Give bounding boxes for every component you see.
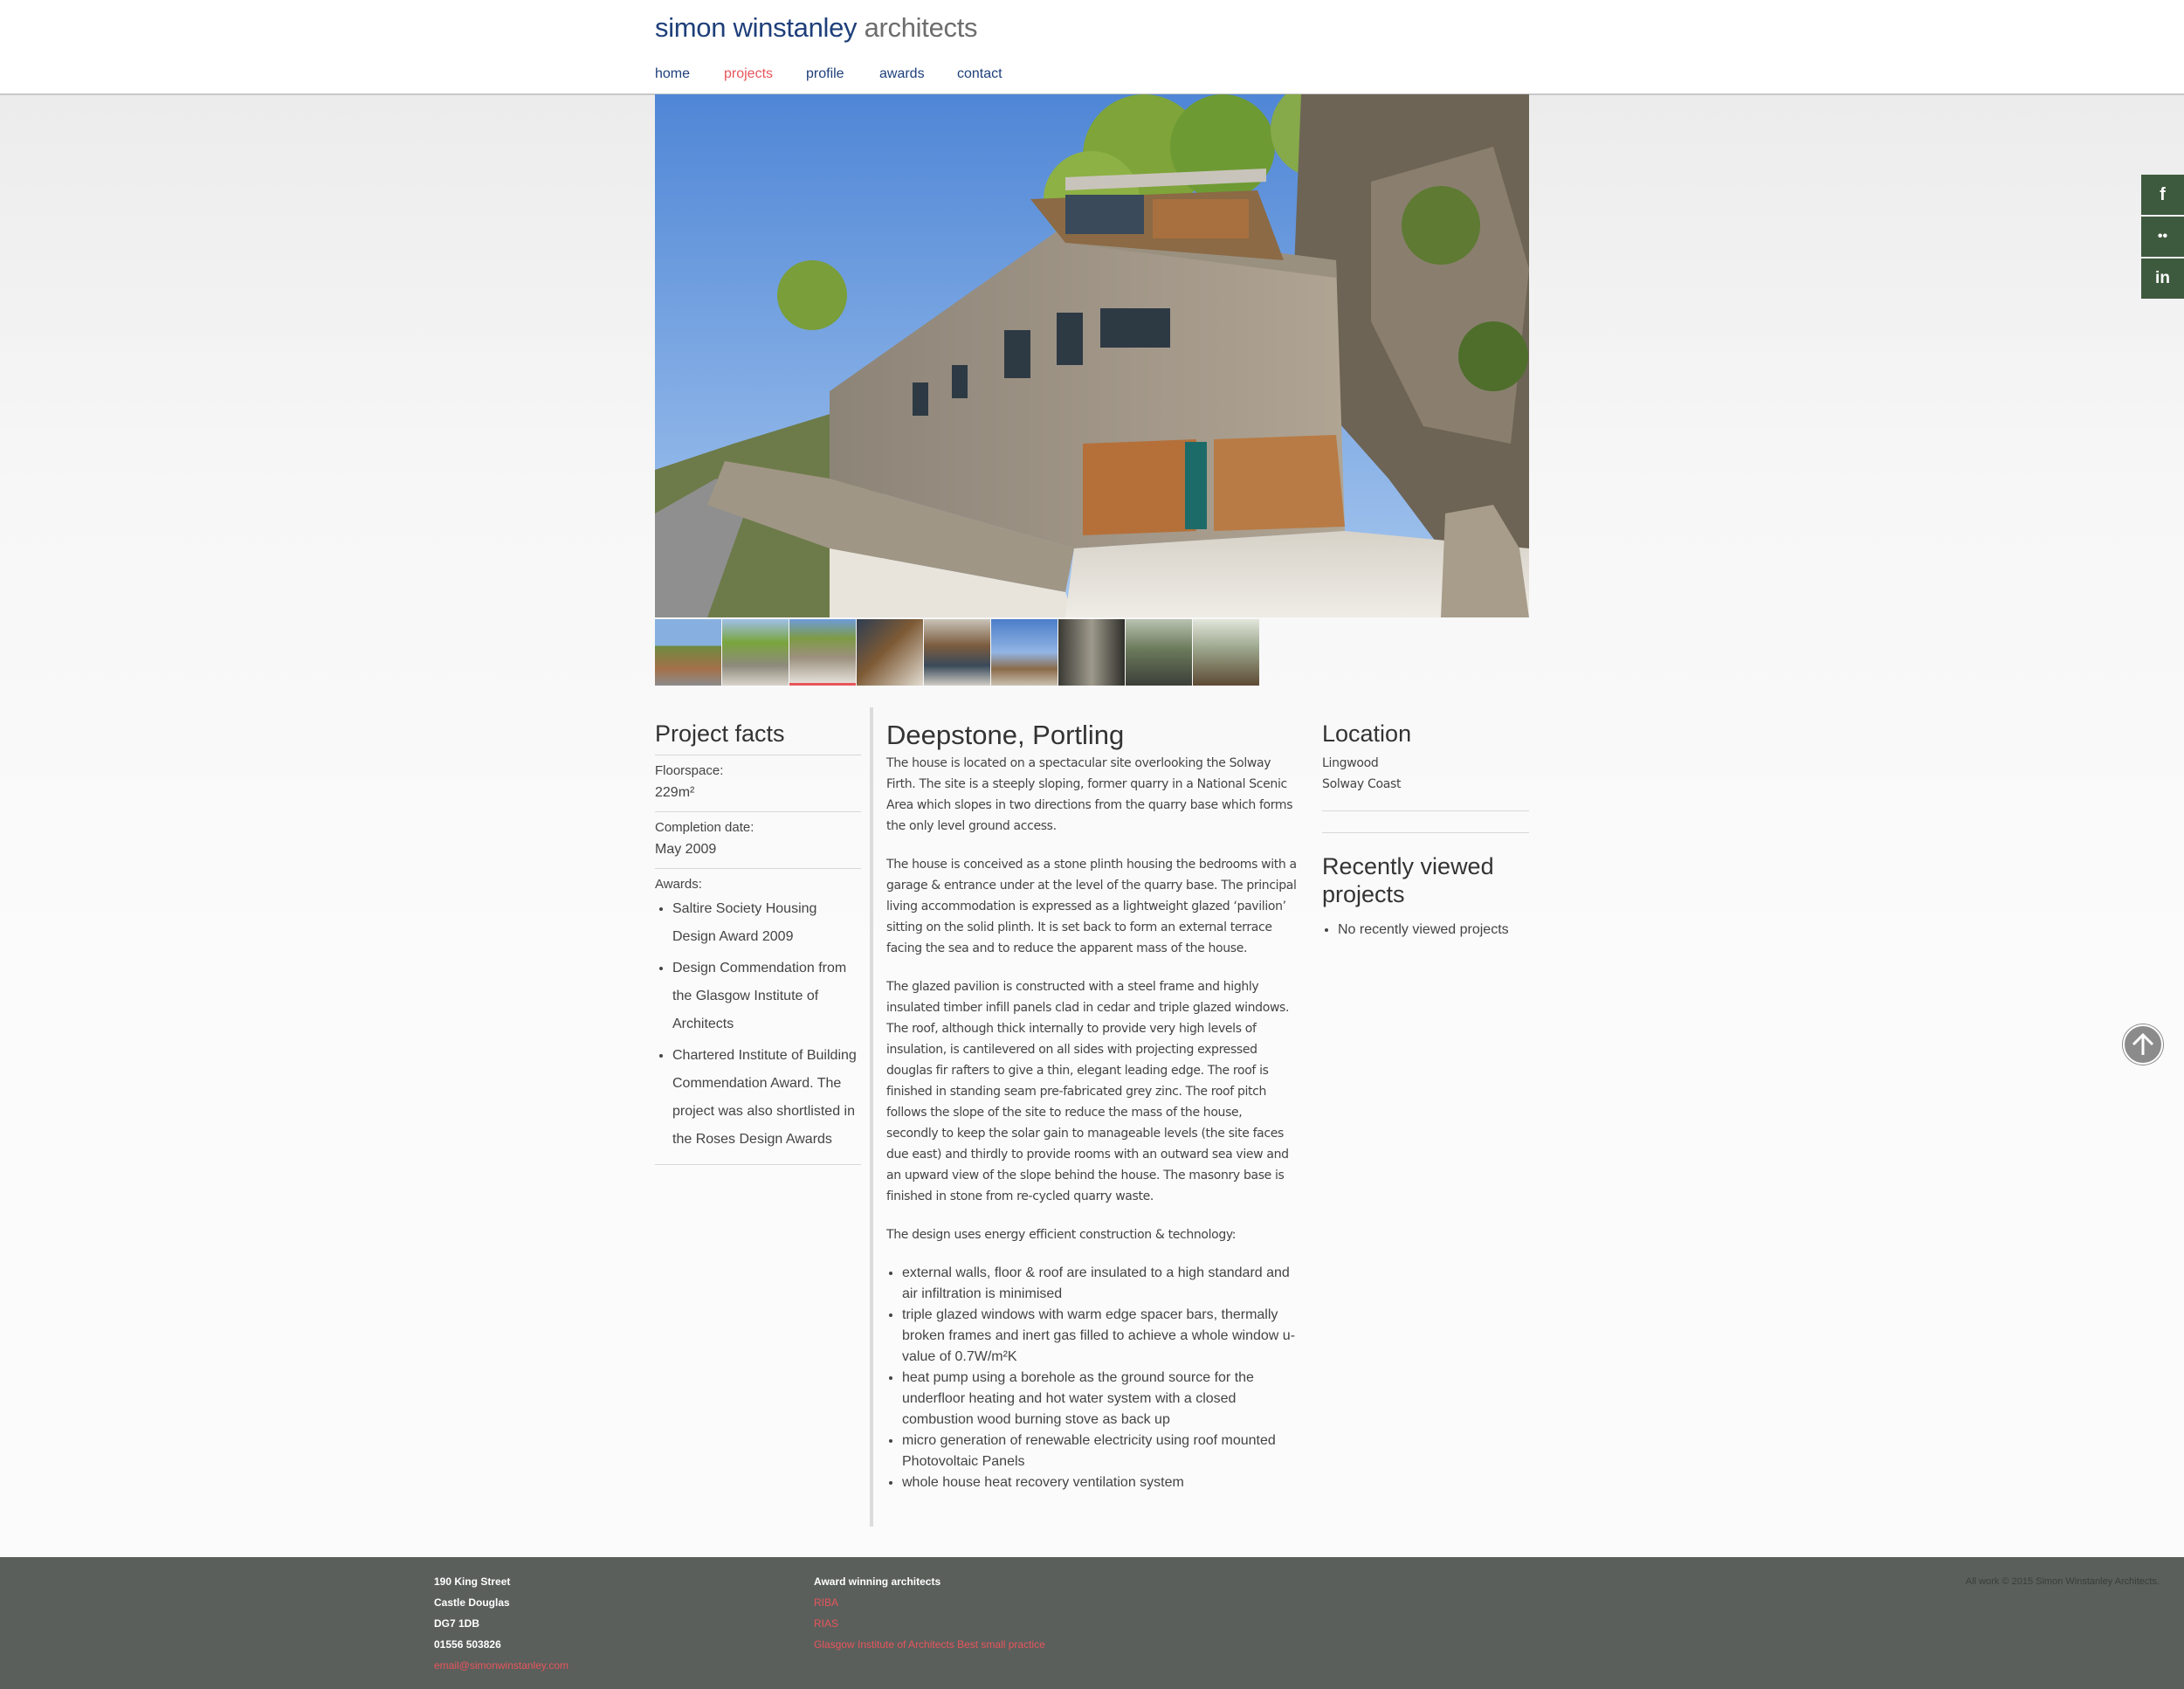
recently-viewed-heading: Recently viewed projects: [1322, 853, 1494, 907]
logo-secondary: architects: [864, 12, 978, 43]
thumbnail-6[interactable]: [991, 619, 1058, 686]
floorspace-value: 229m²: [655, 785, 695, 800]
thumbnail-8[interactable]: [1126, 619, 1192, 686]
nav-awards[interactable]: awards: [879, 66, 925, 82]
phone-number: 01556 503826: [434, 1638, 501, 1651]
facebook-button[interactable]: f: [2141, 175, 2184, 215]
nav-home[interactable]: home: [655, 66, 690, 82]
completion-value: May 2009: [655, 842, 717, 857]
award-item: Saltire Society Housing Design Award 200…: [672, 895, 861, 951]
sidebar-right: Location Lingwood Solway Coast Recently …: [1322, 718, 1529, 941]
gia-link[interactable]: Glasgow Institute of Architects Best sma…: [814, 1638, 1045, 1651]
thumbnail-3-selected[interactable]: [789, 619, 856, 686]
linkedin-button[interactable]: in: [2141, 259, 2184, 299]
location-heading: Location: [1322, 720, 1412, 747]
footer-awards-heading: Award winning architects: [814, 1575, 941, 1588]
description-paragraph: The glazed pavilion is constructed with …: [886, 980, 1290, 1203]
arrow-up-icon: [2123, 1024, 2163, 1065]
footer-awards: Award winning architects RIBA RIAS Glasg…: [814, 1571, 1045, 1655]
nav-contact[interactable]: contact: [957, 66, 1002, 82]
feature-item: triple glazed windows with warm edge spa…: [902, 1305, 1297, 1368]
awards-label: Awards:: [655, 877, 702, 892]
recently-viewed-list: No recently viewed projects: [1322, 919, 1529, 941]
description-paragraph: The house is located on a spectacular si…: [886, 756, 1293, 833]
project-hero-image[interactable]: [655, 94, 1529, 617]
features-list: external walls, floor & roof are insulat…: [886, 1263, 1297, 1493]
location-line-2: Solway Coast: [1322, 777, 1402, 791]
email-link[interactable]: email@simonwinstanley.com: [434, 1659, 568, 1672]
site-header: simon winstanley architects home project…: [0, 0, 2184, 95]
project-facts-panel: Project facts Floorspace: 229m² Completi…: [655, 718, 861, 1165]
thumbnail-1[interactable]: [655, 619, 721, 686]
feature-item: heat pump using a borehole as the ground…: [902, 1368, 1297, 1430]
feature-item: micro generation of renewable electricit…: [902, 1430, 1297, 1472]
linkedin-icon: in: [2155, 269, 2170, 287]
description-paragraph: The design uses energy efficient constru…: [886, 1228, 1237, 1242]
location-block: Lingwood Solway Coast: [1322, 749, 1529, 811]
site-logo[interactable]: simon winstanley architects: [655, 12, 978, 44]
awards-list: Saltire Society Housing Design Award 200…: [655, 895, 861, 1154]
riba-link[interactable]: RIBA: [814, 1596, 838, 1609]
feature-item: external walls, floor & roof are insulat…: [902, 1263, 1297, 1305]
recently-viewed-item: No recently viewed projects: [1338, 919, 1529, 941]
completion-label: Completion date:: [655, 820, 754, 835]
thumbnail-9[interactable]: [1193, 619, 1259, 686]
location-line-1: Lingwood: [1322, 756, 1379, 770]
nav-profile[interactable]: profile: [806, 66, 844, 82]
nav-projects[interactable]: projects: [724, 66, 773, 82]
award-item: Chartered Institute of Building Commenda…: [672, 1042, 861, 1154]
completion-fact: Completion date: May 2009: [655, 811, 861, 868]
project-description: Deepstone, Portling The house is located…: [886, 718, 1297, 1493]
feature-item: whole house heat recovery ventilation sy…: [902, 1472, 1297, 1493]
description-paragraph: The house is conceived as a stone plinth…: [886, 858, 1297, 955]
project-facts-heading: Project facts: [655, 720, 785, 747]
recently-viewed-block: Recently viewed projects No recently vie…: [1322, 832, 1529, 941]
address-line: 190 King Street: [434, 1575, 511, 1588]
thumbnail-4[interactable]: [857, 619, 923, 686]
footer-address: 190 King Street Castle Douglas DG7 1DB 0…: [434, 1571, 568, 1676]
facebook-icon: f: [2160, 185, 2166, 204]
logo-primary: simon winstanley: [655, 12, 858, 43]
address-line: Castle Douglas: [434, 1596, 510, 1609]
flickr-button[interactable]: ••: [2141, 217, 2184, 257]
description-body: The house is located on a spectacular si…: [886, 753, 1297, 1245]
floorspace-fact: Floorspace: 229m²: [655, 755, 861, 811]
copyright-notice: All work © 2015 Simon Winstanley Archite…: [1965, 1576, 2160, 1587]
column-divider: [870, 707, 873, 1527]
thumbnail-5[interactable]: [924, 619, 990, 686]
thumbnail-7[interactable]: [1058, 619, 1125, 686]
rias-link[interactable]: RIAS: [814, 1617, 838, 1630]
awards-fact: Awards: Saltire Society Housing Design A…: [655, 868, 861, 1165]
back-to-top-button[interactable]: [2122, 1024, 2164, 1065]
site-footer: 190 King Street Castle Douglas DG7 1DB 0…: [0, 1557, 2184, 1689]
project-title: Deepstone, Portling: [886, 720, 1125, 750]
thumbnail-2[interactable]: [722, 619, 789, 686]
flickr-icon: ••: [2157, 229, 2168, 244]
award-item: Design Commendation from the Glasgow Ins…: [672, 955, 861, 1038]
address-line: DG7 1DB: [434, 1617, 480, 1630]
floorspace-label: Floorspace:: [655, 763, 724, 778]
